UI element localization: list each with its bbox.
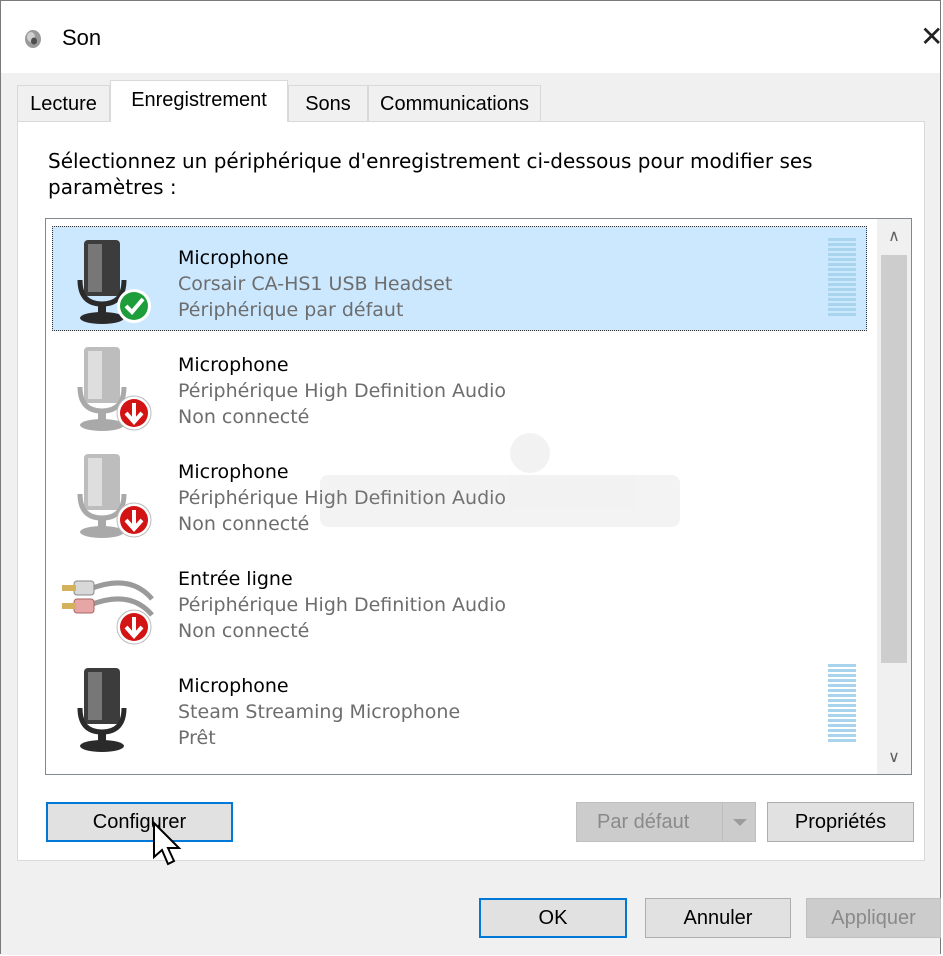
speaker-icon	[25, 30, 41, 48]
line-in-disconnected-icon	[62, 580, 154, 645]
device-name: Microphone	[178, 675, 289, 697]
device-description: Périphérique High Definition Audio	[178, 487, 507, 509]
microphone-disconnected-icon	[77, 347, 152, 431]
tab-enregistrement[interactable]: Enregistrement	[110, 80, 288, 122]
device-status: Prêt	[178, 727, 216, 749]
ok-button[interactable]: OK	[479, 898, 627, 938]
scrollbar-thumb[interactable]	[881, 255, 907, 663]
device-description: Périphérique High Definition Audio	[178, 380, 507, 402]
chevron-down-icon[interactable]	[722, 803, 755, 841]
level-meter	[828, 664, 856, 744]
configure-button[interactable]: Configurer	[46, 802, 233, 842]
device-list[interactable]: Microphone Corsair CA-HS1 USB Headset Pé…	[45, 218, 912, 775]
properties-button[interactable]: Propriétés	[767, 802, 914, 842]
tab-label: Communications	[380, 93, 529, 115]
device-item[interactable]: Microphone Périphérique High Definition …	[52, 333, 867, 438]
title-bar: Son ✕	[1, 1, 940, 73]
scroll-up-icon[interactable]: ∧	[877, 219, 911, 253]
device-name: Entrée ligne	[178, 568, 293, 590]
microphone-icon	[77, 668, 127, 752]
tab-sons[interactable]: Sons	[288, 85, 368, 121]
device-item[interactable]: Microphone Corsair CA-HS1 USB Headset Pé…	[52, 226, 867, 331]
close-button[interactable]: ✕	[920, 15, 940, 59]
default-button-label: Par défaut	[597, 811, 690, 833]
level-meter	[828, 238, 856, 318]
apply-button[interactable]: Appliquer	[806, 898, 941, 938]
device-status: Périphérique par défaut	[178, 299, 404, 321]
tab-label: Lecture	[30, 93, 97, 115]
vertical-scrollbar[interactable]: ∧ ∨	[877, 219, 911, 774]
device-status: Non connecté	[178, 513, 310, 535]
tab-lecture[interactable]: Lecture	[17, 85, 110, 121]
device-name: Microphone	[178, 461, 289, 483]
microphone-default-icon	[77, 240, 151, 324]
device-item[interactable]: Microphone Périphérique High Definition …	[52, 440, 867, 545]
device-item[interactable]: Microphone Steam Streaming Microphone Pr…	[52, 654, 867, 759]
device-description: Steam Streaming Microphone	[178, 701, 461, 723]
scroll-down-icon[interactable]: ∨	[877, 740, 911, 774]
instruction-text: Sélectionnez un périphérique d'enregistr…	[48, 149, 813, 199]
default-button[interactable]: Par défaut	[576, 802, 756, 842]
tab-label: Enregistrement	[131, 89, 267, 111]
device-name: Microphone	[178, 354, 289, 376]
window-title: Son	[62, 25, 102, 50]
device-status: Non connecté	[178, 620, 310, 642]
microphone-disconnected-icon	[77, 454, 152, 538]
device-description: Périphérique High Definition Audio	[178, 594, 507, 616]
device-name: Microphone	[178, 247, 289, 269]
tab-label: Sons	[305, 93, 351, 115]
mouse-cursor-icon	[153, 821, 182, 866]
cancel-button[interactable]: Annuler	[645, 898, 791, 938]
device-status: Non connecté	[178, 406, 310, 428]
device-description: Corsair CA-HS1 USB Headset	[178, 273, 453, 295]
tab-communications[interactable]: Communications	[368, 85, 541, 121]
device-item[interactable]: Entrée ligne Périphérique High Definitio…	[52, 547, 867, 652]
